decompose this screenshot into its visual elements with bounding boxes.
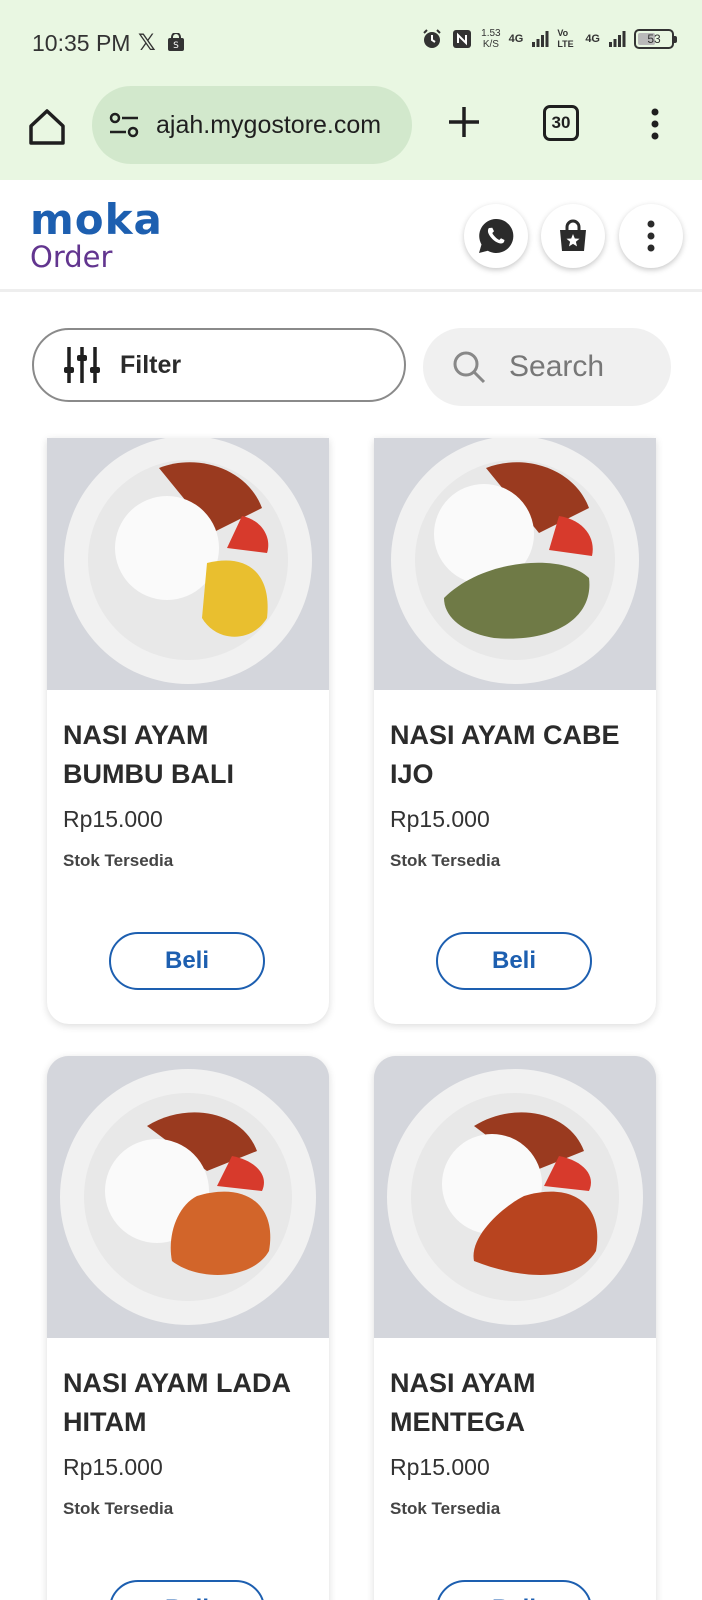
product-card[interactable]: NASI AYAM LADA HITAM Rp15.000 Stok Terse… (47, 1056, 329, 1600)
more-options-button[interactable] (619, 204, 683, 268)
plate-illustration (374, 438, 656, 690)
product-stock: Stok Tersedia (390, 851, 501, 870)
network-speed: 1.53 K/S (481, 28, 501, 50)
battery-icon: 53 (634, 29, 677, 49)
x-app-icon: 𝕏 (138, 30, 156, 55)
product-card[interactable]: NASI AYAM CABE IJO Rp15.000 Stok Tersedi… (374, 438, 656, 1024)
search-input[interactable] (509, 350, 659, 384)
beli-button[interactable]: Beli (109, 932, 265, 990)
plate-illustration (47, 1056, 329, 1338)
filter-button[interactable]: Filter (32, 328, 406, 402)
status-time: 10:35 PM (32, 30, 131, 56)
moka-order-logo[interactable]: moka Order (30, 195, 163, 275)
alarm-icon (423, 29, 441, 48)
search-box[interactable] (423, 328, 671, 406)
signal-icon-2 (609, 31, 626, 47)
cart-button[interactable] (541, 204, 605, 268)
svg-text:S: S (173, 41, 179, 51)
new-tab-icon[interactable] (444, 102, 484, 142)
product-stock: Stok Tersedia (390, 1499, 501, 1518)
product-price: Rp15.000 (63, 1454, 163, 1480)
search-icon (453, 351, 486, 384)
product-card[interactable]: NASI AYAM BUMBU BALI Rp15.000 Stok Terse… (47, 438, 329, 1024)
site-settings-icon[interactable] (108, 109, 140, 141)
nfc-icon (453, 30, 472, 48)
signal-icon (532, 31, 549, 47)
product-image[interactable] (47, 438, 329, 690)
product-image[interactable] (47, 1056, 329, 1338)
notification-icons: 𝕏 S (138, 30, 186, 56)
whatsapp-icon (479, 218, 514, 253)
plate-illustration (374, 1056, 656, 1338)
product-name[interactable]: NASI AYAM LADA HITAM (63, 1364, 313, 1442)
filter-label: Filter (120, 350, 182, 379)
volte-label: Vo LTE (557, 28, 574, 49)
browser-chrome: 10:35 PM 𝕏 S 1.53 K/S 4G Vo LTE 4G 53 aj… (0, 0, 702, 180)
logo-order-text: Order (30, 240, 113, 274)
product-name[interactable]: NASI AYAM BUMBU BALI (63, 716, 313, 794)
network-type-1: 4G (508, 32, 524, 45)
address-bar[interactable]: ajah.mygostore.com (92, 86, 412, 164)
more-vertical-icon (647, 220, 655, 252)
product-name[interactable]: NASI AYAM CABE IJO (390, 716, 640, 794)
shop-bag-icon: S (167, 33, 184, 51)
product-stock: Stok Tersedia (63, 851, 174, 870)
url-text[interactable]: ajah.mygostore.com (156, 111, 392, 140)
status-bar: 10:35 PM 𝕏 S 1.53 K/S 4G Vo LTE 4G 53 (0, 0, 702, 84)
product-image[interactable] (374, 1056, 656, 1338)
logo-moka-text: moka (30, 195, 163, 244)
whatsapp-button[interactable] (464, 204, 528, 268)
home-icon[interactable] (26, 106, 68, 148)
product-price: Rp15.000 (390, 806, 490, 832)
beli-button[interactable]: Beli (436, 932, 592, 990)
beli-button[interactable]: Beli (109, 1580, 265, 1600)
network-type-2: 4G (585, 32, 600, 45)
battery-level: 53 (647, 32, 661, 46)
sliders-icon (64, 347, 100, 383)
status-right: 1.53 K/S 4G Vo LTE 4G 53 (421, 28, 677, 50)
browser-toolbar: ajah.mygostore.com 30 (0, 84, 702, 178)
plate-illustration (47, 438, 329, 690)
shopping-bag-icon (560, 219, 586, 251)
beli-button[interactable]: Beli (436, 1580, 592, 1600)
product-name[interactable]: NASI AYAM MENTEGA (390, 1364, 640, 1442)
product-stock: Stok Tersedia (63, 1499, 174, 1518)
site-header: moka Order (0, 180, 702, 292)
product-card[interactable]: NASI AYAM MENTEGA Rp15.000 Stok Tersedia… (374, 1056, 656, 1600)
product-image[interactable] (374, 438, 656, 690)
product-price: Rp15.000 (63, 806, 163, 832)
tab-switcher-button[interactable]: 30 (543, 105, 579, 141)
browser-menu-icon[interactable] (640, 104, 670, 144)
product-price: Rp15.000 (390, 1454, 490, 1480)
